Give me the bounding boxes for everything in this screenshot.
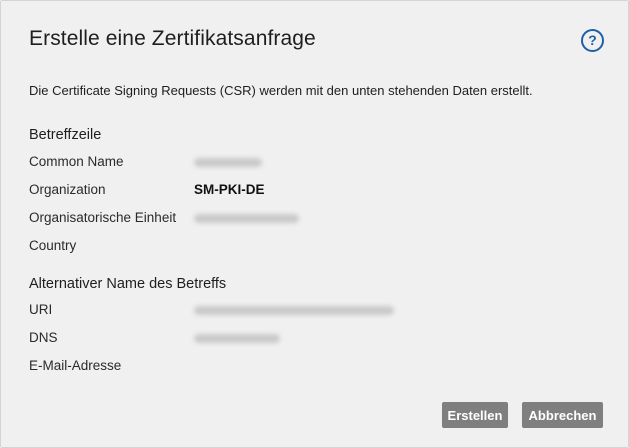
question-circle-icon[interactable]: ? [581, 29, 604, 52]
cancel-button[interactable]: Abbrechen [522, 402, 603, 428]
create-button[interactable]: Erstellen [442, 402, 508, 428]
csr-dialog: Erstelle eine Zertifikatsanfrage ? Die C… [0, 0, 629, 448]
common-name-value-redacted [194, 158, 262, 167]
uri-value-redacted [194, 306, 394, 315]
organization-label: Organization [29, 182, 106, 197]
dialog-title: Erstelle eine Zertifikatsanfrage [29, 27, 316, 50]
org-unit-value-redacted [194, 214, 299, 223]
email-label: E-Mail-Adresse [29, 358, 122, 373]
common-name-label: Common Name [29, 154, 124, 169]
org-unit-label: Organisatorische Einheit [29, 210, 177, 225]
uri-label: URI [29, 302, 53, 317]
dns-value-redacted [194, 334, 280, 343]
organization-value: SM-PKI-DE [194, 182, 265, 197]
alt-name-heading: Alternativer Name des Betreffs [29, 276, 227, 292]
intro-text: Die Certificate Signing Requests (CSR) w… [29, 83, 533, 98]
subject-heading: Betreffzeile [29, 127, 102, 143]
country-label: Country [29, 238, 77, 253]
dns-label: DNS [29, 330, 58, 345]
